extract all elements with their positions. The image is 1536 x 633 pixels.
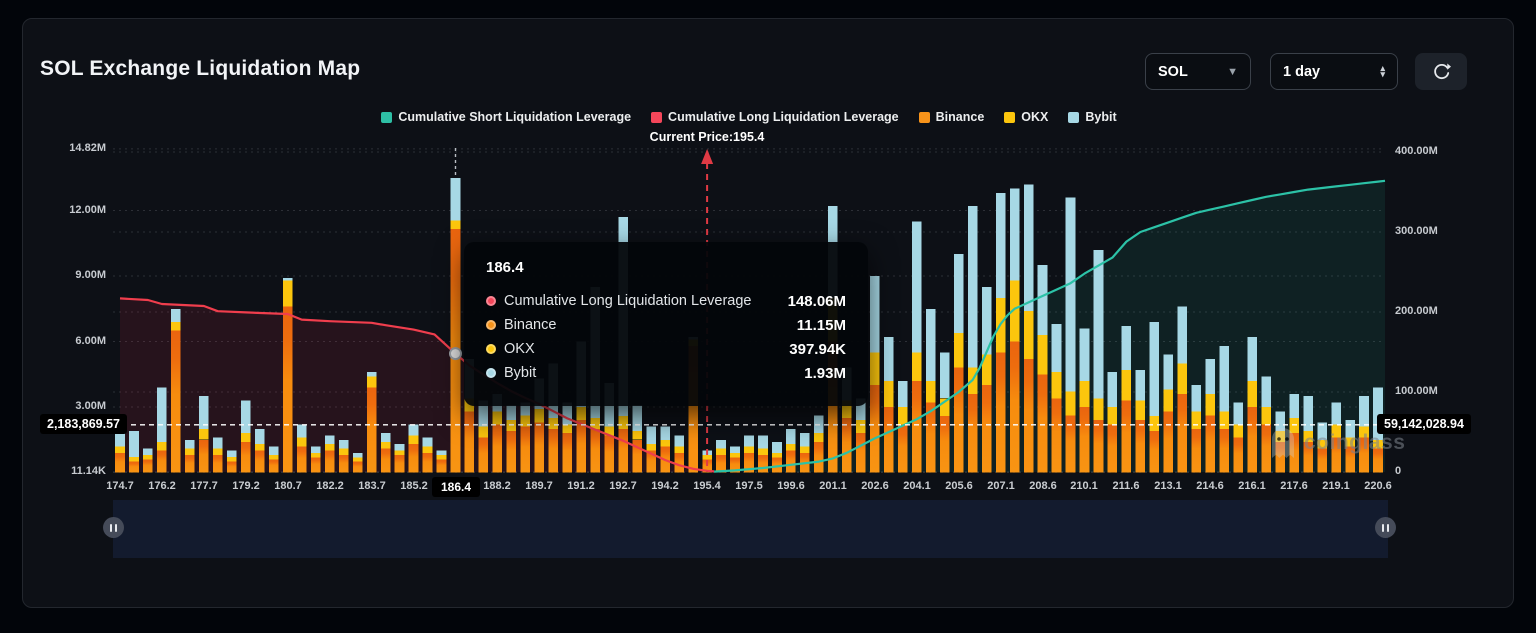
x-axis-tick: 216.1 [1228,480,1276,492]
x-axis-tick: 219.1 [1312,480,1360,492]
tooltip-row: OKX 397.94K [486,337,846,361]
tooltip-series-label: Binance [504,317,556,333]
right-axis-tick: 400.00M [1395,145,1438,157]
tooltip-rows: Cumulative Long Liquidation Leverage 148.… [486,289,846,385]
series-dot-icon [486,368,496,378]
right-axis-value-pill: 59,142,028.94 [1377,414,1471,434]
x-axis-tick: 199.6 [767,480,815,492]
left-axis-tick: 12.00M [36,204,106,216]
tooltip-row: Bybit 1.93M [486,361,846,385]
right-axis-tick: 200.00M [1395,305,1438,317]
tooltip-series-label: Cumulative Long Liquidation Leverage [504,293,751,309]
x-axis-tick: 176.2 [138,480,186,492]
x-axis-tick: 185.2 [390,480,438,492]
x-axis-tick: 180.7 [264,480,312,492]
x-axis-tick: 177.7 [180,480,228,492]
x-axis-tick: 195.4 [683,480,731,492]
x-axis-tick: 217.6 [1270,480,1318,492]
x-axis-tick: 182.2 [306,480,354,492]
left-axis-tick: 3.00M [36,400,106,412]
tooltip-row: Binance 11.15M [486,313,846,337]
x-axis-tick: 194.2 [641,480,689,492]
x-axis-tick: 183.7 [348,480,396,492]
x-axis-tick: 189.7 [515,480,563,492]
x-axis-tick: 188.2 [473,480,521,492]
tooltip-series-value: 397.94K [789,341,846,358]
right-axis-tick: 300.00M [1395,225,1438,237]
left-axis-value-pill: 2,183,869.57 [40,414,127,434]
x-axis-tick: 191.2 [557,480,605,492]
x-axis-tick: 210.1 [1060,480,1108,492]
hovered-x-label-pill: 186.4 [432,477,480,497]
x-axis-tick: 214.6 [1186,480,1234,492]
tooltip-series-value: 148.06M [788,293,846,310]
tooltip-row: Cumulative Long Liquidation Leverage 148.… [486,289,846,313]
x-axis-tick: 179.2 [222,480,270,492]
tooltip-series-value: 11.15M [797,317,846,334]
series-dot-icon [486,344,496,354]
liquidation-map-screen: SOL Exchange Liquidation Map SOL ▼ 1 day… [0,0,1536,633]
x-axis-tick: 202.6 [851,480,899,492]
left-axis-tick: 14.82M [36,142,106,154]
range-scrollbar[interactable] [113,500,1388,558]
tooltip-series-label: OKX [504,341,535,357]
x-axis-tick: 220.6 [1354,480,1402,492]
range-handle-right[interactable] [1375,517,1396,538]
left-axis-tick: 6.00M [36,335,106,347]
left-axis-tick: 11.14K [36,465,106,477]
chart-tooltip: 186.4 Cumulative Long Liquidation Levera… [464,242,868,406]
x-axis-tick: 174.7 [96,480,144,492]
x-axis-tick: 205.6 [935,480,983,492]
x-axis-tick: 197.5 [725,480,773,492]
tooltip-series-label: Bybit [504,365,536,381]
left-axis-tick: 9.00M [36,269,106,281]
x-axis-tick: 192.7 [599,480,647,492]
right-axis-tick: 0 [1395,465,1401,477]
right-axis-tick: 100.00M [1395,385,1438,397]
series-dot-icon [486,296,496,306]
x-axis-tick: 207.1 [977,480,1025,492]
x-axis-tick: 204.1 [893,480,941,492]
x-axis-tick: 201.1 [809,480,857,492]
series-dot-icon [486,320,496,330]
x-axis-tick: 211.6 [1102,480,1150,492]
tooltip-price: 186.4 [486,259,846,276]
x-axis-tick: 213.1 [1144,480,1192,492]
range-handle-left[interactable] [103,517,124,538]
tooltip-series-value: 1.93M [804,365,846,382]
current-price-label: Current Price:195.4 [650,130,765,144]
